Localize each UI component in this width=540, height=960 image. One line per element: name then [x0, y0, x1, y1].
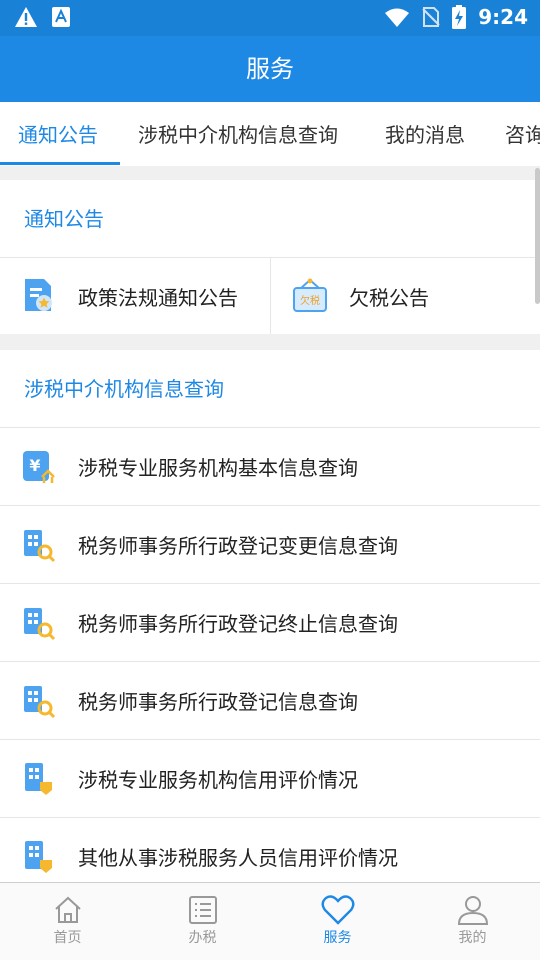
nav-label: 我的: [458, 930, 487, 946]
tab-bar: 通知公告 涉税中介机构信息查询 我的消息 咨询: [0, 102, 540, 166]
status-time: 9:24: [478, 5, 528, 29]
section-title: 通知公告: [0, 180, 540, 258]
nav-service[interactable]: 服务: [270, 883, 405, 960]
building-search-icon: [24, 685, 56, 718]
nav-profile[interactable]: 我的: [405, 883, 540, 960]
tab-consult[interactable]: 咨询: [505, 102, 540, 166]
nav-label: 首页: [53, 930, 82, 946]
firm-registration-info-item[interactable]: 税务师事务所行政登记信息查询: [0, 662, 540, 740]
agency-query-section: 涉税中介机构信息查询 ¥ 涉税专业服务机构基本信息查询 税务师事务所行政登记变更…: [0, 350, 540, 882]
policy-notice-item[interactable]: 政策法规通知公告: [0, 258, 270, 334]
status-bar: 9:24: [0, 0, 540, 36]
item-label: 税务师事务所行政登记终止信息查询: [78, 612, 398, 636]
item-label: 税务师事务所行政登记信息查询: [78, 690, 358, 714]
page-title: 服务: [246, 55, 294, 83]
bottom-nav: 首页 办税 服务 我的: [0, 882, 540, 960]
content-area[interactable]: 通知公告 政策法规通知公告 欠税 欠税公告 涉税中介机构信息查询 ¥ 涉税专业服…: [0, 166, 540, 882]
tab-agency-query[interactable]: 涉税中介机构信息查询: [138, 102, 338, 166]
item-label: 涉税专业服务机构信用评价情况: [78, 768, 358, 792]
no-sim-icon: [422, 7, 440, 27]
item-label: 政策法规通知公告: [78, 285, 238, 310]
tax-arrears-sign-icon: 欠税: [293, 278, 327, 312]
firm-termination-info-item[interactable]: 税务师事务所行政登记终止信息查询: [0, 584, 540, 662]
nav-label: 服务: [323, 930, 352, 946]
nav-tax[interactable]: 办税: [135, 883, 270, 960]
warning-icon: [15, 7, 37, 27]
user-icon: [457, 896, 488, 925]
yuan-agency-icon: ¥: [23, 450, 55, 483]
tab-indicator: [0, 162, 120, 165]
scrollbar[interactable]: [535, 168, 540, 304]
building-search-icon: [24, 529, 56, 562]
notices-section: 通知公告 政策法规通知公告 欠税 欠税公告: [0, 180, 540, 334]
other-staff-credit-rating-item[interactable]: 其他从事涉税服务人员信用评价情况: [0, 818, 540, 882]
svg-text:欠税: 欠税: [300, 294, 320, 307]
item-label: 欠税公告: [349, 285, 429, 310]
nav-home[interactable]: 首页: [0, 883, 135, 960]
section-title: 涉税中介机构信息查询: [0, 350, 540, 428]
battery-charging-icon: [452, 5, 467, 29]
agency-basic-info-item[interactable]: ¥ 涉税专业服务机构基本信息查询: [0, 428, 540, 506]
agency-credit-rating-item[interactable]: 涉税专业服务机构信用评价情况: [0, 740, 540, 818]
item-label: 其他从事涉税服务人员信用评价情况: [78, 846, 398, 870]
tab-my-messages[interactable]: 我的消息: [385, 102, 465, 166]
app-bar: 服务: [0, 36, 540, 102]
building-badge-icon: [25, 840, 52, 873]
firm-change-info-item[interactable]: 税务师事务所行政登记变更信息查询: [0, 506, 540, 584]
tab-notices[interactable]: 通知公告: [18, 102, 98, 166]
nav-label: 办税: [188, 930, 217, 946]
home-icon: [54, 896, 81, 923]
policy-document-icon: [25, 279, 52, 311]
heart-icon: [321, 895, 354, 925]
a-box-icon: [52, 7, 70, 27]
building-badge-icon: [25, 762, 52, 795]
item-label: 涉税专业服务机构基本信息查询: [78, 456, 358, 480]
svg-text:¥: ¥: [29, 456, 40, 475]
building-search-icon: [24, 607, 56, 640]
tax-arrears-notice-item[interactable]: 欠税 欠税公告: [270, 258, 540, 334]
list-icon: [188, 896, 217, 924]
wifi-icon: [385, 8, 410, 27]
item-label: 税务师事务所行政登记变更信息查询: [78, 534, 398, 558]
